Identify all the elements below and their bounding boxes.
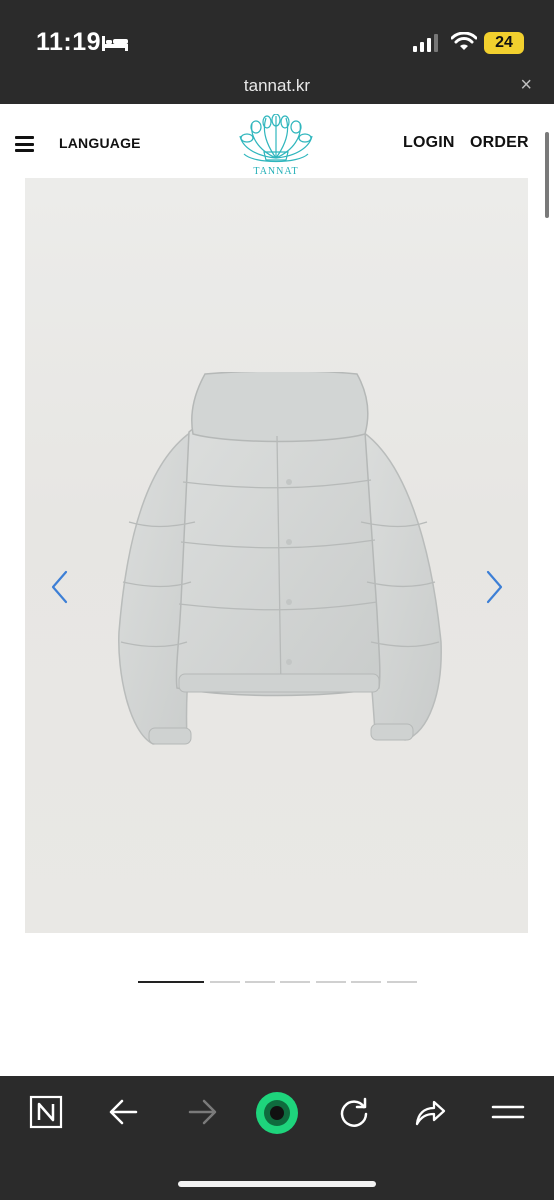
status-bar: 11:19 24 [0, 0, 554, 70]
sleep-mode-icon [102, 36, 128, 51]
page-scrollbar-track [544, 104, 554, 1076]
peacock-logo-icon [239, 113, 313, 163]
reload-icon[interactable] [336, 1094, 372, 1130]
pagination-dot-6[interactable] [351, 981, 381, 983]
menu-icon[interactable] [490, 1094, 526, 1130]
browser-url-bar[interactable]: tannat.kr × [0, 70, 554, 104]
page-scrollbar-thumb[interactable] [545, 132, 549, 218]
carousel-pagination [138, 981, 418, 984]
pagination-dot-1[interactable] [138, 981, 204, 983]
order-link[interactable]: ORDER [470, 134, 529, 152]
pagination-dot-5[interactable] [316, 981, 346, 983]
brand-logo[interactable]: TANNAT [234, 113, 318, 178]
cellular-signal-icon [413, 34, 438, 52]
hamburger-menu-icon[interactable] [15, 136, 34, 152]
battery-level: 24 [495, 34, 513, 51]
status-time: 11:19 [36, 28, 102, 56]
site-header: LANGUAGE TANNAT LOGIN ORDER [0, 104, 544, 178]
login-link[interactable]: LOGIN [403, 134, 455, 152]
green-circle-icon[interactable] [255, 1091, 299, 1135]
wifi-icon [451, 32, 477, 50]
pagination-dot-2[interactable] [210, 981, 240, 983]
previous-slide-arrow-icon[interactable] [49, 570, 71, 604]
share-icon[interactable] [412, 1094, 448, 1130]
url-text[interactable]: tannat.kr [0, 76, 554, 96]
close-icon[interactable]: × [520, 74, 532, 97]
pagination-dot-4[interactable] [280, 981, 310, 983]
forward-arrow-icon[interactable] [184, 1094, 220, 1130]
product-image-carousel[interactable] [25, 178, 528, 933]
pagination-dot-7[interactable] [387, 981, 417, 983]
battery-indicator: 24 [484, 32, 524, 54]
logo-text: TANNAT [253, 166, 299, 177]
pagination-dot-3[interactable] [245, 981, 275, 983]
language-link[interactable]: LANGUAGE [59, 135, 141, 151]
n-app-icon[interactable] [28, 1094, 64, 1130]
next-slide-arrow-icon[interactable] [483, 570, 505, 604]
home-indicator[interactable] [178, 1181, 376, 1187]
back-arrow-icon[interactable] [106, 1094, 142, 1130]
product-jacket-image [118, 372, 442, 745]
